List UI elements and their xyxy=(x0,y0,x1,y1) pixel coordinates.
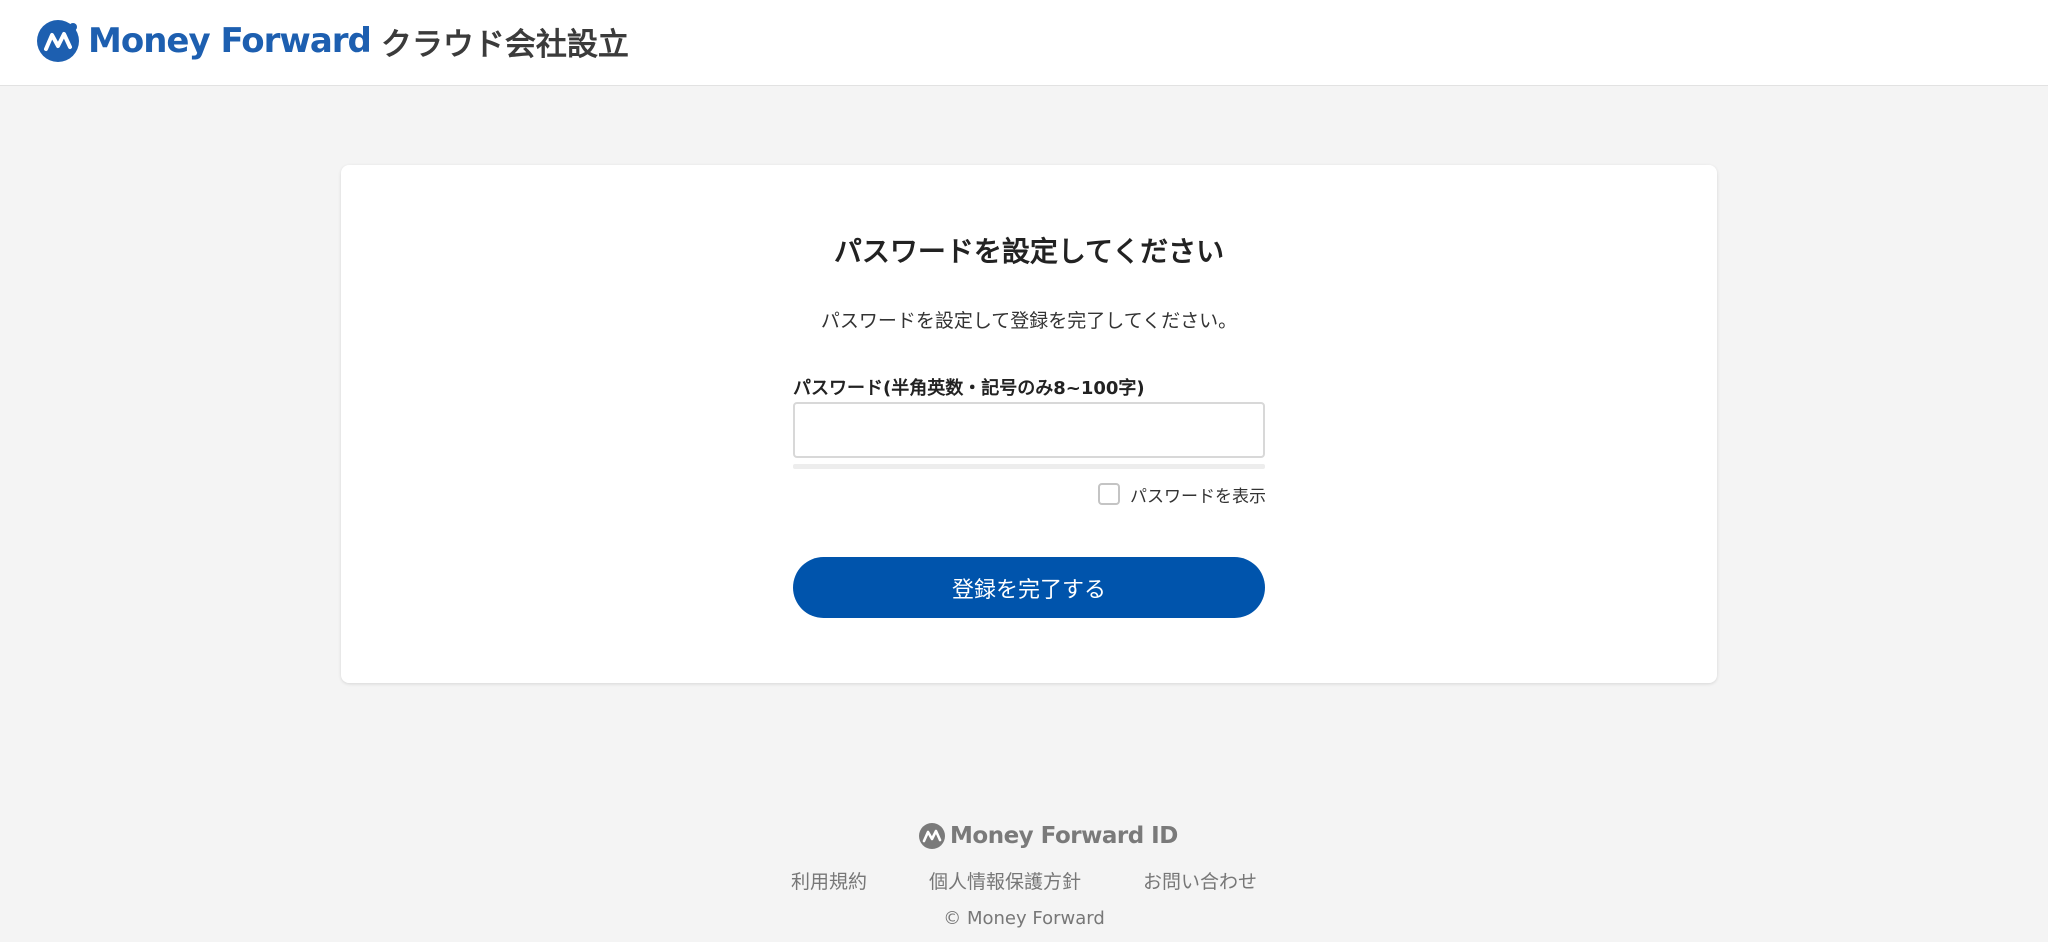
footer-brand-name: Money Forward ID xyxy=(950,823,1178,849)
privacy-policy-link[interactable]: 個人情報保護方針 xyxy=(929,867,1081,894)
footer-logo: Money Forward ID xyxy=(918,821,1178,851)
password-input[interactable] xyxy=(793,402,1265,458)
brand-name: Money Forward xyxy=(88,21,372,61)
show-password-label: パスワードを表示 xyxy=(1130,486,1266,507)
money-forward-id-logo-icon xyxy=(919,823,945,849)
show-password-toggle[interactable]: パスワードを表示 xyxy=(1098,481,1266,507)
top-header: Money Forward クラウド会社設立 xyxy=(0,0,2048,86)
product-name: クラウド会社設立 xyxy=(380,26,629,63)
copyright: © Money Forward xyxy=(943,908,1105,929)
complete-registration-button[interactable]: 登録を完了する xyxy=(793,557,1265,618)
header-logo[interactable]: Money Forward クラウド会社設立 xyxy=(36,18,629,64)
password-label: パスワード(半角英数・記号のみ8~100字) xyxy=(793,378,1145,399)
password-setup-card: パスワードを設定してください パスワードを設定して登録を完了してください。 パス… xyxy=(341,165,1717,683)
terms-link[interactable]: 利用規約 xyxy=(791,867,867,894)
footer-nav: 利用規約 個人情報保護方針 お問い合わせ xyxy=(0,867,2048,894)
contact-link[interactable]: お問い合わせ xyxy=(1143,867,1257,894)
money-forward-logo-icon xyxy=(37,20,79,62)
page-title: パスワードを設定してください xyxy=(833,235,1225,268)
show-password-checkbox[interactable] xyxy=(1098,483,1120,505)
password-strength-bar xyxy=(793,464,1265,469)
page-description: パスワードを設定して登録を完了してください。 xyxy=(820,310,1238,332)
